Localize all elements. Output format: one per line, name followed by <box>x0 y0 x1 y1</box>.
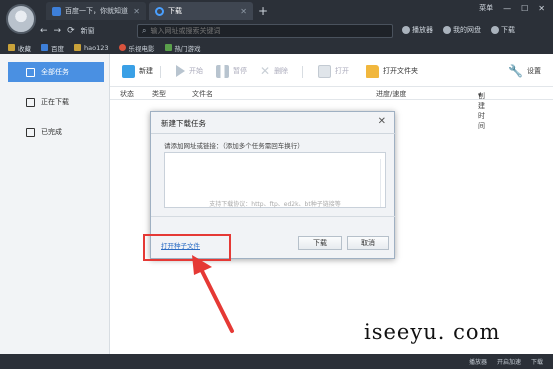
back-icon[interactable]: ← <box>40 26 48 36</box>
toolbar-divider <box>302 66 303 78</box>
address-bar: ⌕ <box>137 24 393 38</box>
delete-icon: ✕ <box>260 64 271 78</box>
watermark: iseeyu. com <box>364 320 501 344</box>
column-filename[interactable]: 文件名 <box>192 89 213 99</box>
sidebar-item-downloading[interactable]: 正在下载 <box>8 92 104 112</box>
open-button[interactable]: 打开 <box>318 63 349 79</box>
download-favicon-icon <box>155 6 164 16</box>
download-button[interactable]: 下载 <box>298 236 342 250</box>
tab-label: 百度一下，你就知道 <box>65 7 128 15</box>
sidebar-item-label: 正在下载 <box>41 98 69 106</box>
wrench-icon: 🔧 <box>508 64 523 78</box>
pause-button[interactable]: 暂停 <box>216 63 247 79</box>
column-header: 状态 类型 文件名 进度/速度 创建时间 ▾ <box>110 86 553 130</box>
cancel-button[interactable]: 取消 <box>347 236 389 250</box>
divider <box>151 216 396 217</box>
column-status[interactable]: 状态 <box>120 89 134 99</box>
column-progress[interactable]: 进度/速度 <box>376 89 406 99</box>
window-controls: 菜单 — ☐ ✕ <box>479 3 545 13</box>
dialog-hint: 请添加网址或链接：（添加多个任务需回车换行） <box>164 142 304 150</box>
maximize-icon[interactable]: ☐ <box>521 4 528 13</box>
hao123-icon <box>74 44 81 51</box>
tab-baidu[interactable]: 百度一下，你就知道 ✕ <box>46 2 146 20</box>
sidebar-item-label: 全部任务 <box>41 68 69 76</box>
player-link[interactable]: 播放器 <box>402 25 433 35</box>
bookmark-games[interactable]: 热门游戏 <box>164 43 201 53</box>
user-avatar[interactable] <box>6 4 36 34</box>
completed-icon <box>26 127 35 137</box>
column-type[interactable]: 类型 <box>152 89 166 99</box>
tab-label: 下载 <box>168 7 182 15</box>
menu-button[interactable]: 菜单 <box>479 3 493 13</box>
chevron-down-icon: ▾ <box>478 91 482 99</box>
sidebar-item-label: 已完成 <box>41 128 62 136</box>
bookmark-letv[interactable]: 乐视电影 <box>118 43 155 53</box>
dialog-title: 新建下载任务 <box>161 119 206 128</box>
bookmark-favorites[interactable]: 收藏 <box>8 43 31 53</box>
close-icon[interactable]: ✕ <box>133 7 140 16</box>
open-folder-button[interactable]: 打开文件夹 <box>366 63 418 79</box>
new-task-button[interactable]: 新建 <box>122 63 153 79</box>
search-icon: ⌕ <box>142 26 147 35</box>
divider <box>151 133 396 134</box>
delete-button[interactable]: ✕ 删除 <box>260 63 288 79</box>
new-window-dropdown[interactable]: 新窗 <box>81 26 95 36</box>
sidebar: 全部任务 正在下载 已完成 <box>0 54 110 354</box>
cloud-icon <box>443 26 451 34</box>
start-button[interactable]: 开始 <box>176 63 203 79</box>
new-tab-button[interactable]: + <box>258 4 268 18</box>
game-icon <box>164 44 172 51</box>
sidebar-item-completed[interactable]: 已完成 <box>8 122 104 142</box>
list-icon <box>26 67 35 77</box>
file-icon <box>318 64 331 78</box>
bookmark-baidu[interactable]: 百度 <box>41 43 64 53</box>
close-window-icon[interactable]: ✕ <box>538 4 545 13</box>
textarea-placeholder: 支持下载协议：http、ftp、ed2k、bt种子链接等 <box>209 201 341 208</box>
status-accelerate[interactable]: 开启加速 <box>497 357 521 366</box>
close-icon[interactable]: ✕ <box>240 7 247 16</box>
download-icon <box>491 26 499 34</box>
refresh-icon[interactable]: ⟳ <box>67 26 75 36</box>
letv-icon <box>118 44 126 51</box>
tab-download[interactable]: 下载 ✕ <box>149 2 253 20</box>
annotation-arrow-icon <box>192 255 234 333</box>
settings-button[interactable]: 🔧 设置 <box>508 63 541 79</box>
right-nav: 播放器 我的网盘 下载 <box>402 25 515 35</box>
player-icon <box>402 26 410 34</box>
toolbar-divider <box>160 66 161 78</box>
cloud-disk-link[interactable]: 我的网盘 <box>443 25 481 35</box>
status-player[interactable]: 播放器 <box>469 357 487 366</box>
address-input[interactable] <box>150 27 371 35</box>
forward-icon[interactable]: → <box>54 26 62 36</box>
sidebar-item-all-tasks[interactable]: 全部任务 <box>8 62 104 82</box>
baidu-icon <box>41 44 48 51</box>
status-bar: 播放器 开启加速 下载 <box>0 354 553 369</box>
download-link[interactable]: 下载 <box>491 25 515 35</box>
minimize-icon[interactable]: — <box>503 4 511 13</box>
pause-icon <box>216 64 229 78</box>
close-icon[interactable]: ✕ <box>378 116 386 127</box>
bookmark-hao123[interactable]: hao123 <box>74 44 109 52</box>
play-icon <box>176 65 185 77</box>
new-icon <box>122 64 135 78</box>
folder-icon <box>366 64 379 78</box>
bookmark-bar: 收藏 百度 hao123 乐视电影 热门游戏 <box>0 41 553 54</box>
baidu-favicon-icon <box>52 6 61 16</box>
folder-icon <box>8 44 15 51</box>
toolbar: 新建 开始 暂停 ✕ 删除 打开 打开文件夹 🔧 设置 <box>110 58 553 84</box>
downloading-icon <box>26 97 35 107</box>
browser-chrome: 百度一下，你就知道 ✕ 下载 ✕ + 菜单 — ☐ ✕ ← → ⟳ 新窗 ⌕ 播… <box>0 0 553 54</box>
status-download[interactable]: 下载 <box>531 357 543 366</box>
scrollbar[interactable] <box>380 159 386 207</box>
